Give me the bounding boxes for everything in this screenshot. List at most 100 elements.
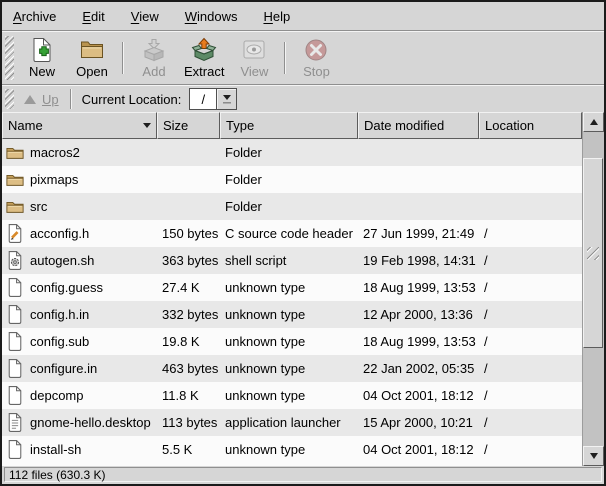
stop-button[interactable]: Stop [291, 34, 341, 82]
cell-date [358, 139, 479, 166]
cell-type: Folder [220, 166, 358, 193]
menu-edit[interactable]: Edit [73, 5, 113, 28]
column-header-date[interactable]: Date modified [358, 112, 479, 139]
table-row[interactable]: config.h.in 332 bytesunknown type12 Apr 2… [2, 301, 582, 328]
folder-icon [6, 169, 24, 190]
table-row[interactable]: acconfig.h150 bytesC source code header2… [2, 220, 582, 247]
cell-location: / [479, 328, 582, 355]
scroll-down-button[interactable] [583, 446, 604, 466]
extract-button[interactable]: Extract [179, 34, 229, 82]
table-row[interactable]: gnome-hello.desktop 113 bytesapplication … [2, 409, 582, 436]
table-row[interactable]: config.sub19.8 Kunknown type18 Aug 1999,… [2, 328, 582, 355]
column-header-size[interactable]: Size [157, 112, 220, 139]
table-row[interactable]: srcFolder [2, 193, 582, 220]
location-value[interactable]: / [190, 89, 217, 109]
cell-type: application launcher [220, 409, 358, 436]
view-button[interactable]: View [229, 34, 279, 82]
column-header-type-label: Type [226, 118, 254, 133]
location-bar-handle[interactable] [5, 89, 14, 109]
scrollbar-trough[interactable] [583, 132, 604, 446]
up-separator [70, 89, 72, 109]
cell-name: pixmaps [2, 166, 157, 193]
toolbar-handle[interactable] [5, 36, 14, 80]
scroll-up-button[interactable] [583, 112, 604, 132]
cell-type: unknown type [220, 301, 358, 328]
tool-button-label: Extract [184, 64, 224, 79]
file-name: acconfig.h [30, 226, 89, 241]
tool-button-label: Stop [303, 64, 330, 79]
document-icon [6, 277, 24, 298]
menu-view[interactable]: View [122, 5, 168, 28]
cell-type: unknown type [220, 436, 358, 463]
column-header-type[interactable]: Type [220, 112, 358, 139]
menu-help[interactable]: Help [254, 5, 299, 28]
cell-date: 12 Apr 2000, 13:36 [358, 301, 479, 328]
cell-name: src [2, 193, 157, 220]
new-button[interactable]: New [17, 34, 67, 82]
add-button[interactable]: Add [129, 34, 179, 82]
table-row[interactable]: macros2Folder [2, 139, 582, 166]
status-text: 112 files (630.3 K) [9, 468, 106, 482]
cell-type: C source code header [220, 220, 358, 247]
cell-size: 363 bytes [157, 247, 220, 274]
menu-windows[interactable]: Windows [176, 5, 247, 28]
cell-size [157, 193, 220, 220]
add-files-icon [141, 37, 167, 63]
extract-icon [191, 37, 217, 63]
menu-bar: Archive Edit View Windows Help [2, 2, 604, 30]
document-gear-icon [6, 250, 24, 271]
table-row[interactable]: config.guess27.4 Kunknown type18 Aug 199… [2, 274, 582, 301]
cell-name: depcomp [2, 382, 157, 409]
document-pencil-icon [6, 223, 24, 244]
cell-size: 332 bytes [157, 301, 220, 328]
column-header-size-label: Size [163, 118, 188, 133]
status-frame: 112 files (630.3 K) [4, 467, 602, 482]
view-file-icon [241, 37, 267, 63]
file-name: gnome-hello.desktop [30, 415, 151, 430]
sort-arrow-icon[interactable] [143, 123, 151, 128]
file-name: src [30, 199, 47, 214]
cell-date [358, 193, 479, 220]
file-name: config.sub [30, 334, 89, 349]
toolbar-group-separator [284, 42, 286, 74]
cell-date: 18 Aug 1999, 13:53 [358, 274, 479, 301]
cell-name: install-sh [2, 436, 157, 463]
location-combo[interactable]: / [189, 88, 237, 110]
column-header-location[interactable]: Location [479, 112, 582, 139]
cell-date: 18 Aug 1999, 13:53 [358, 328, 479, 355]
menu-archive[interactable]: Archive [4, 5, 65, 28]
table-row[interactable]: pixmaps Folder [2, 166, 582, 193]
cell-location [479, 139, 582, 166]
cell-type: unknown type [220, 274, 358, 301]
folder-icon [6, 142, 24, 163]
up-button[interactable]: Up [17, 90, 66, 109]
cell-name: acconfig.h [2, 220, 157, 247]
file-name: macros2 [30, 145, 80, 160]
table-row[interactable]: depcomp11.8 Kunknown type04 Oct 2001, 18… [2, 382, 582, 409]
table-body: macros2FolderpixmapsFoldersrcFolderaccon… [2, 139, 582, 466]
cell-size: 113 bytes [157, 409, 220, 436]
scrollbar-thumb[interactable] [583, 158, 603, 348]
table-row[interactable]: autogen.sh363 bytesshell script19 Feb 19… [2, 247, 582, 274]
file-name: config.h.in [30, 307, 89, 322]
folder-icon [6, 196, 24, 217]
column-header-name[interactable]: Name [2, 112, 157, 139]
column-header-name-label: Name [8, 118, 43, 133]
cell-location: / [479, 436, 582, 463]
document-icon [6, 439, 24, 460]
cell-date: 19 Feb 1998, 14:31 [358, 247, 479, 274]
cell-size: 27.4 K [157, 274, 220, 301]
file-list-area: Name Size Type Date modified Location ma… [2, 112, 604, 466]
tool-button-label: View [240, 64, 268, 79]
document-icon [6, 385, 24, 406]
cell-date: 22 Jan 2002, 05:35 [358, 355, 479, 382]
cell-name: macros2 [2, 139, 157, 166]
toolbar: NewOpenAdd Extract View Stop [2, 32, 604, 84]
location-bar: Up Current Location: / [2, 86, 604, 112]
table-row[interactable]: install-sh5.5 Kunknown type04 Oct 2001, … [2, 436, 582, 463]
open-button[interactable]: Open [67, 34, 117, 82]
table-row[interactable]: configure.in463 bytesunknown type22 Jan … [2, 355, 582, 382]
dropdown-arrow-icon[interactable] [217, 89, 236, 109]
cell-location: / [479, 274, 582, 301]
vertical-scrollbar [582, 112, 604, 466]
